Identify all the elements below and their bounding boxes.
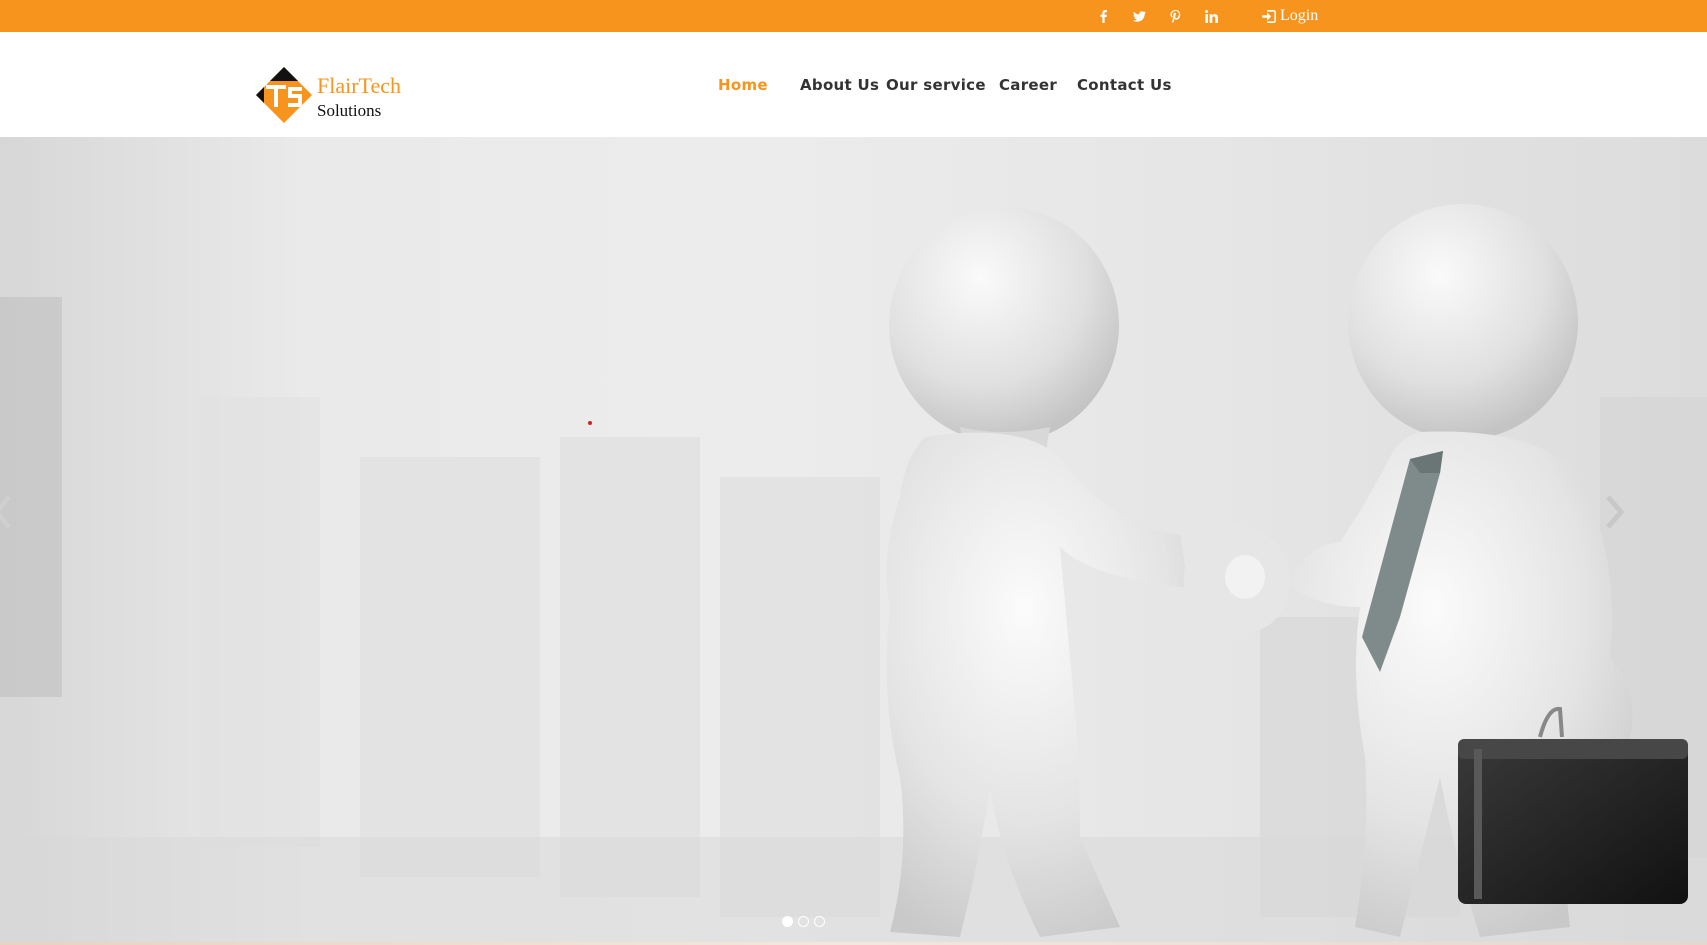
brand-logo[interactable]: FlairTech Solutions [256,67,416,123]
chevron-right-icon[interactable] [1604,493,1626,531]
chevron-left-icon[interactable] [0,495,12,529]
linkedin-icon[interactable] [1200,0,1222,32]
nav-our-service[interactable]: Our service [886,76,986,94]
facebook-icon[interactable] [1092,0,1114,32]
nav-home[interactable]: Home [718,76,768,94]
slider-dot-2[interactable] [798,916,809,927]
top-bar: Login [0,0,1707,32]
red-indicator-dot [588,421,592,425]
twitter-icon[interactable] [1128,0,1150,32]
nav-about-us[interactable]: About Us [800,76,879,94]
logo-name: FlairTech [317,73,401,98]
flairtech-logo-mark [256,67,312,123]
nav-contact-us[interactable]: Contact Us [1077,76,1172,94]
hero-handshake-image [0,204,1707,945]
slider-dots [782,916,825,927]
logo-subtitle: Solutions [317,101,382,120]
login-link[interactable]: Login [1262,0,1318,32]
pinterest-icon[interactable] [1164,0,1186,32]
hero-slider [0,137,1707,945]
sign-in-icon [1262,9,1276,23]
login-label: Login [1280,7,1319,24]
site-header: FlairTech Solutions Home About Us Our se… [0,32,1707,137]
slider-dot-1[interactable] [782,916,793,927]
nav-career[interactable]: Career [999,76,1057,94]
slider-dot-3[interactable] [814,916,825,927]
